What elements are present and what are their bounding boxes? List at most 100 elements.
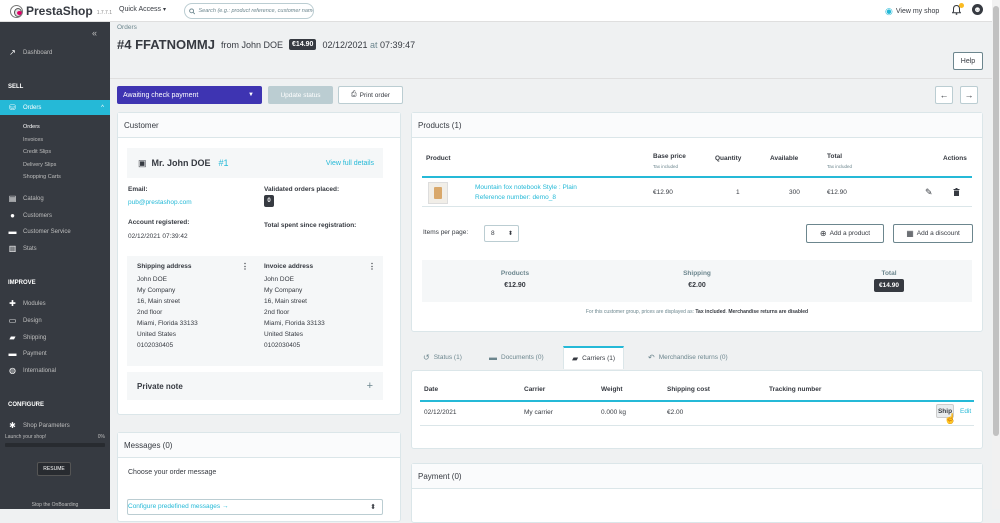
tab-merchandise-returns[interactable]: ↶ Merchandise returns (0) — [648, 346, 728, 369]
view-full-details-link[interactable]: View full details — [326, 160, 374, 167]
tab-status[interactable]: ↺ Status (1) — [423, 346, 462, 369]
truck-icon: ▰ — [572, 354, 579, 363]
print-order-button[interactable]: ⎙ Print order — [338, 86, 403, 104]
sidebar-item-international[interactable]: ◍ International — [0, 363, 110, 378]
sidebar-item-catalog[interactable]: ▤ Catalog — [0, 191, 110, 206]
shopping-basket-icon: ⛁ — [9, 103, 16, 112]
more-vert-icon[interactable]: ⋮ — [241, 262, 249, 271]
tab-carriers-label: Carriers (1) — [582, 355, 616, 362]
prestashop-logo[interactable]: PrestaShop 1.7.7.1 — [10, 4, 112, 18]
address-line: My Company — [137, 287, 176, 294]
customer-name: Mr. John DOE — [151, 158, 211, 168]
sidebar-subitem-delivery-slips[interactable]: Delivery Slips — [23, 162, 56, 168]
private-note-label: Private note — [137, 381, 183, 391]
col-date: Date — [424, 386, 439, 393]
sidebar-item-label: Customers — [23, 212, 53, 219]
search-input[interactable]: Search (e.g.: product reference, custome… — [184, 3, 314, 19]
view-my-shop-link[interactable]: ◉ View my shop — [885, 6, 939, 17]
account-circle-icon: ● — [10, 211, 15, 220]
user-account-icon[interactable]: ☻ — [972, 4, 983, 15]
mouse-cursor-icon: ☝ — [944, 414, 957, 425]
shipping-address: John DOE My Company 16, Main street 2nd … — [137, 274, 198, 351]
more-vert-icon[interactable]: ⋮ — [368, 262, 376, 271]
tab-documents[interactable]: ▬ Documents (0) — [489, 346, 544, 369]
choose-message-label: Choose your order message — [128, 469, 217, 476]
notification-badge — [959, 3, 964, 8]
collapse-sidebar-icon[interactable]: « — [92, 28, 97, 38]
sidebar-item-dashboard[interactable]: ↗ Dashboard — [0, 45, 110, 60]
eye-icon: ◉ — [885, 6, 893, 16]
onboarding-progress-bar — [5, 443, 105, 447]
address-line: John DOE — [264, 276, 294, 283]
help-button[interactable]: Help — [953, 52, 983, 70]
product-available: 300 — [789, 189, 800, 196]
order-customer: from John DOE — [221, 39, 284, 50]
customer-email-link[interactable]: pub@prestashop.com — [128, 199, 192, 206]
chat-icon: ▬ — [8, 227, 17, 236]
product-name-link[interactable]: Mountain fox notebook Style : Plain — [475, 184, 577, 191]
notifications-bell-icon[interactable] — [951, 3, 964, 18]
sidebar-item-label: Modules — [23, 300, 46, 307]
addresses-section: Shipping address ⋮ John DOE My Company 1… — [127, 256, 383, 366]
previous-order-button[interactable]: ← — [935, 86, 953, 104]
sidebar-item-design[interactable]: ▭ Design — [0, 313, 110, 328]
edit-pencil-icon[interactable]: ✎ — [925, 187, 933, 198]
sidebar-item-shipping[interactable]: ▰ Shipping — [0, 330, 110, 345]
sidebar-item-modules[interactable]: ✚ Modules — [0, 296, 110, 311]
sort-icon: ⬍ — [507, 231, 513, 237]
sidebar-item-customer-service[interactable]: ▬ Customer Service — [0, 224, 110, 239]
tab-carriers[interactable]: ▰ Carriers (1) — [563, 346, 625, 369]
add-discount-label: Add a discount — [916, 230, 960, 237]
next-order-button[interactable]: → — [960, 86, 978, 104]
page-scrollbar[interactable] — [992, 0, 1000, 509]
onboarding-percent: 0% — [97, 434, 105, 440]
sidebar-item-label: Payment — [23, 350, 47, 357]
product-quantity: 1 — [736, 189, 740, 196]
puzzle-icon: ✚ — [9, 299, 16, 308]
sidebar-subitem-invoices[interactable]: Invoices — [23, 137, 43, 143]
arrow-left-icon: ← — [939, 90, 949, 100]
order-status-select[interactable]: Awaiting check payment ▼ — [117, 86, 262, 104]
resume-button[interactable]: RESUME — [37, 462, 71, 476]
sidebar-subitem-orders[interactable]: Orders — [23, 124, 40, 130]
add-product-button[interactable]: ⊕ Add a product — [806, 224, 884, 243]
grand-total-label: Total — [881, 270, 897, 277]
sidebar-item-label: Design — [23, 317, 42, 324]
credit-card-icon: ▬ — [8, 349, 17, 358]
grand-total-badge: €14.90 — [874, 279, 904, 292]
order-datetime: 02/12/2021 at 07:39:47 — [322, 40, 415, 50]
add-discount-button[interactable]: ▦ Add a discount — [893, 224, 973, 243]
account-registered-value: 02/12/2021 07:39:42 — [128, 233, 188, 240]
sidebar-item-orders[interactable]: ⛁ Orders ^ — [0, 100, 110, 115]
settings-icon: ✱ — [9, 421, 16, 430]
scrollbar-thumb[interactable] — [993, 6, 999, 436]
header-divider — [110, 78, 992, 79]
address-line: United States — [137, 331, 177, 338]
stop-onboarding-link[interactable]: Stop the OnBoarding — [0, 502, 110, 508]
order-status-value: Awaiting check payment — [123, 91, 199, 99]
breadcrumb[interactable]: Orders — [117, 24, 137, 31]
address-line: 2nd floor — [137, 309, 163, 316]
sidebar-item-payment[interactable]: ▬ Payment — [0, 346, 110, 361]
quick-access-dropdown[interactable]: Quick Access ▾ — [119, 6, 166, 13]
carrier-header-underline — [420, 400, 974, 402]
product-reference: Reference number: demo_8 — [475, 194, 556, 201]
sidebar-subitem-credit-slips[interactable]: Credit Slips — [23, 149, 51, 155]
sidebar-item-stats[interactable]: ▥ Stats — [0, 241, 110, 256]
address-line: John DOE — [137, 276, 167, 283]
sidebar-item-label: Catalog — [23, 195, 44, 202]
delete-trash-icon[interactable] — [953, 188, 960, 198]
sidebar-item-shop-parameters[interactable]: ✱ Shop Parameters — [0, 418, 110, 433]
col-weight: Weight — [601, 386, 623, 393]
edit-carrier-link[interactable]: Edit — [960, 408, 971, 415]
sidebar-item-customers[interactable]: ● Customers — [0, 208, 110, 223]
private-note-toggle[interactable]: Private note + — [127, 372, 383, 400]
address-line: 0102030405 — [264, 342, 301, 349]
items-per-page-select[interactable]: 8 ⬍ — [484, 225, 519, 242]
sort-icon: ⬍ — [370, 504, 376, 511]
tab-documents-label: Documents (0) — [501, 354, 544, 361]
col-quantity: Quantity — [715, 155, 742, 162]
sidebar-subitem-shopping-carts[interactable]: Shopping Carts — [23, 174, 61, 180]
update-status-button[interactable]: Update status — [268, 86, 333, 104]
items-per-page-label: Items per page: — [423, 229, 469, 236]
